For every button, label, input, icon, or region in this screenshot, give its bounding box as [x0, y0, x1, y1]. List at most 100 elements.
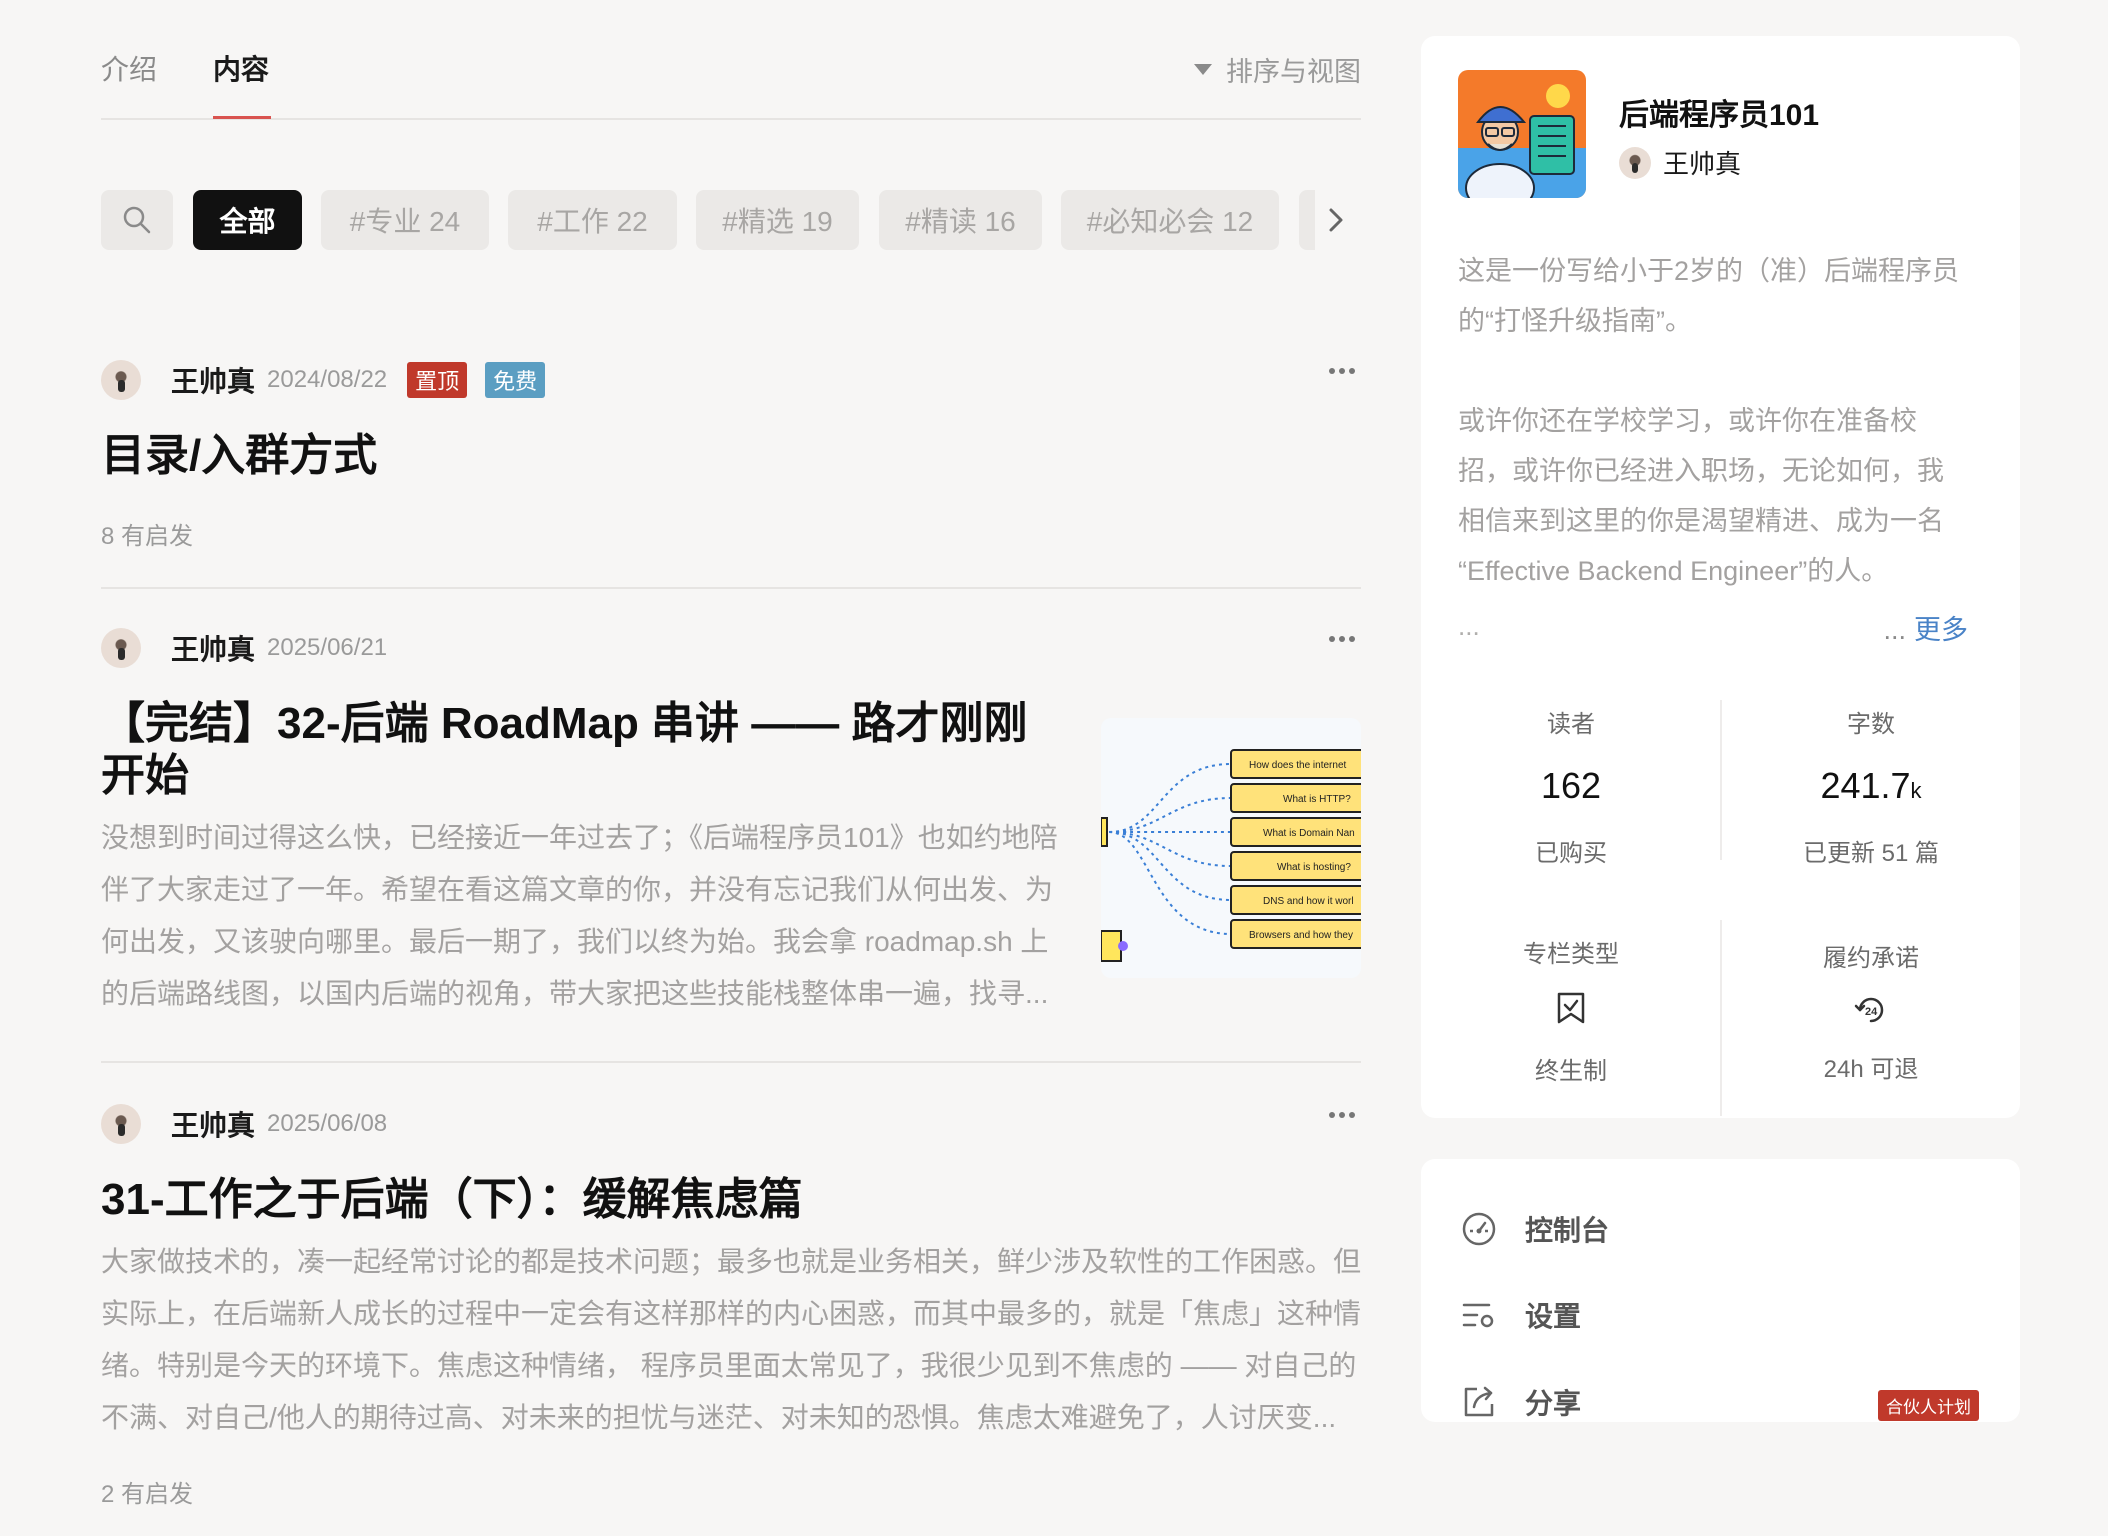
filter-chip-must-know[interactable]: #必知必会 12	[1061, 190, 1279, 250]
column-type-icon-wrap	[1421, 991, 1721, 1031]
post-divider	[101, 1061, 1361, 1063]
active-tab-indicator	[213, 116, 271, 119]
thumb-node-label: Browsers and how they	[1249, 930, 1353, 941]
roadmap-thumbnail-graphic: How does the internet What is HTTP? What…	[1101, 749, 1361, 962]
post-item[interactable]: 王帅真 2025/06/08 31-工作之于后端（下）：缓解焦虑篇 大家做技术的…	[101, 1104, 1361, 1536]
post-more-menu[interactable]	[1329, 1112, 1355, 1120]
filter-chip-all[interactable]: 全部	[193, 190, 302, 250]
post-excerpt-line: 何出发，又该驶向哪里。最后一期了，我们以终为始。我会拿 roadmap.sh 上	[101, 926, 1049, 957]
column-type-label: 专栏类型	[1523, 941, 1619, 968]
column-title[interactable]: 后端程序员101	[1619, 90, 1819, 134]
sort-view-label: 排序与视图	[1226, 57, 1361, 87]
tag-filter-bar: 全部 #专业 24 #工作 22 #精选 19 #精读 16 #必知必会 12	[101, 190, 1361, 252]
author-avatar[interactable]	[101, 360, 141, 400]
dot-icon	[1349, 636, 1355, 642]
share-icon	[1461, 1384, 1497, 1420]
column-cover-illustration	[1458, 70, 1586, 198]
more-prefix: ...	[1883, 615, 1906, 645]
promise-sub: 24h 可退	[1823, 1056, 1919, 1083]
pinned-badge: 置顶	[407, 362, 468, 398]
menu-item-label: 分享	[1525, 1388, 1582, 1419]
author-avatar[interactable]	[101, 1104, 141, 1144]
promise-label: 履约承诺	[1823, 945, 1919, 972]
column-cover-image[interactable]	[1458, 70, 1586, 198]
words-unit: k	[1910, 778, 1922, 803]
author-name[interactable]: 王帅真	[171, 628, 255, 668]
thumb-node-label: DNS and how it worl	[1263, 896, 1354, 907]
column-description-line: 招，或许你已经进入职场，无论如何，我	[1458, 456, 1944, 486]
post-date: 2024/08/22	[267, 366, 388, 393]
menu-item-share[interactable]: 分享 合伙人计划	[1461, 1376, 1981, 1428]
post-excerpt-line: 实际上，在后端新人成长的过程中一定会有这样那样的内心困惑，而其中最多的，就是「焦…	[101, 1298, 1362, 1329]
sort-view-button[interactable]: 排序与视图	[1194, 50, 1361, 89]
column-description-line: 或许你还在学校学习，或许你在准备校	[1458, 406, 1917, 436]
scroll-right-button[interactable]	[1299, 190, 1359, 250]
column-description-line: 的“打怪升级指南”。	[1458, 306, 1692, 336]
filter-chip-professional[interactable]: #专业 24	[321, 190, 489, 250]
words-number: 241.7	[1820, 765, 1911, 806]
author-avatar[interactable]	[101, 628, 141, 668]
thumb-node-label: What is HTTP?	[1283, 794, 1351, 805]
post-date: 2025/06/21	[267, 634, 388, 661]
caret-down-icon	[1194, 64, 1212, 75]
menu-item-label: 控制台	[1525, 1215, 1610, 1246]
post-excerpt-line: 伴了大家走过了一年。希望在看这篇文章的你，并没有忘记我们从何出发、为	[101, 874, 1054, 905]
readers-stat: 读者 162 已购买	[1421, 704, 1721, 868]
post-item[interactable]: 王帅真 2024/08/22 置顶 免费 目录/入群方式 8 有启发	[101, 360, 1361, 590]
thumb-node-label: What is hosting?	[1277, 862, 1351, 873]
post-excerpt-line: 的后端路线图，以国内后端的视角，带大家把这些技能栈整体串一遍，找寻...	[101, 978, 1049, 1009]
readers-value: 162	[1540, 765, 1602, 806]
filter-chip-featured[interactable]: #精选 19	[696, 190, 859, 250]
post-date: 2025/06/08	[267, 1110, 388, 1137]
post-meta: 王帅真 2024/08/22 置顶 免费	[101, 360, 563, 400]
column-author-name: 王帅真	[1663, 149, 1742, 179]
description-more-link[interactable]: ... 更多	[1883, 608, 1968, 647]
tab-intro[interactable]: 介绍	[101, 48, 157, 88]
author-avatar	[1619, 146, 1651, 179]
inspired-count[interactable]: 2 有启发	[101, 1474, 193, 1509]
menu-item-console[interactable]: 控制台	[1461, 1203, 1981, 1255]
dot-icon	[1339, 368, 1345, 374]
column-author[interactable]: 王帅真	[1619, 144, 1741, 181]
settings-list-icon	[1461, 1297, 1497, 1333]
column-description-line: “Effective Backend Engineer”的人。	[1458, 556, 1889, 586]
tab-bar: 介绍 内容 排序与视图	[101, 0, 1361, 120]
search-icon	[123, 206, 151, 234]
column-info-card: 后端程序员101 王帅真 这是一份写给小于2岁的（准）后端程序员 的“打怪升级指…	[1421, 36, 2020, 1118]
menu-item-settings[interactable]: 设置	[1461, 1289, 1981, 1341]
column-actions-menu: 控制台 设置 分享 合伙人计划	[1421, 1159, 2020, 1422]
post-title-line-1[interactable]: 【完结】32-后端 RoadMap 串讲 —— 路才刚刚	[101, 698, 1028, 750]
post-divider	[101, 587, 1361, 589]
dot-icon	[1339, 636, 1345, 642]
author-name[interactable]: 王帅真	[171, 1104, 255, 1144]
post-excerpt-line: 大家做技术的，凑一起经常讨论的都是技术问题；最多也就是业务相关，鲜少涉及软性的工…	[101, 1246, 1362, 1277]
post-excerpt-line: 没想到时间过得这么快，已经接近一年过去了；《后端程序员101》也如约地陪	[101, 822, 1058, 853]
content-main: 介绍 内容 排序与视图 全部 #专业 24 #工作 22 #精选 19 #精读 …	[101, 0, 1361, 1536]
post-more-menu[interactable]	[1329, 368, 1355, 376]
tab-content[interactable]: 内容	[213, 48, 269, 88]
author-name[interactable]: 王帅真	[171, 360, 255, 400]
post-thumbnail[interactable]: How does the internet What is HTTP? What…	[1101, 718, 1361, 978]
column-description-line: 这是一份写给小于2岁的（准）后端程序员	[1458, 256, 1960, 286]
thumb-node-label: How does the internet	[1249, 760, 1347, 771]
refund-24h-icon: 24	[1854, 997, 1884, 1023]
readers-sub: 已购买	[1535, 840, 1607, 867]
post-title[interactable]: 目录/入群方式	[101, 430, 377, 482]
filter-chip-intensive[interactable]: #精读 16	[879, 190, 1042, 250]
partner-program-badge[interactable]: 合伙人计划	[1878, 1390, 1979, 1421]
filter-chip-work[interactable]: #工作 22	[508, 190, 677, 250]
inspired-count[interactable]: 8 有启发	[101, 516, 193, 551]
words-sub: 已更新 51 篇	[1802, 840, 1940, 867]
post-meta: 王帅真 2025/06/08	[101, 1104, 407, 1144]
post-excerpt-line: 不满、对自己/他人的期待过高、对未来的担忧与迷茫、对未知的恐惧。焦虑太难避免了，…	[101, 1402, 1337, 1433]
description-ellipsis: ...	[1458, 611, 1480, 641]
dot-icon	[1339, 1112, 1345, 1118]
post-item[interactable]: 王帅真 2025/06/21 【完结】32-后端 RoadMap 串讲 —— 路…	[101, 628, 1361, 1058]
search-button[interactable]	[101, 190, 173, 250]
post-title[interactable]: 31-工作之于后端（下）：缓解焦虑篇	[101, 1174, 803, 1226]
promise-stat: 履约承诺 24 24h 可退	[1721, 938, 2021, 1084]
post-title-line-2[interactable]: 开始	[101, 750, 189, 802]
post-meta: 王帅真 2025/06/21	[101, 628, 407, 668]
readers-label: 读者	[1547, 711, 1595, 738]
post-more-menu[interactable]	[1329, 636, 1355, 644]
